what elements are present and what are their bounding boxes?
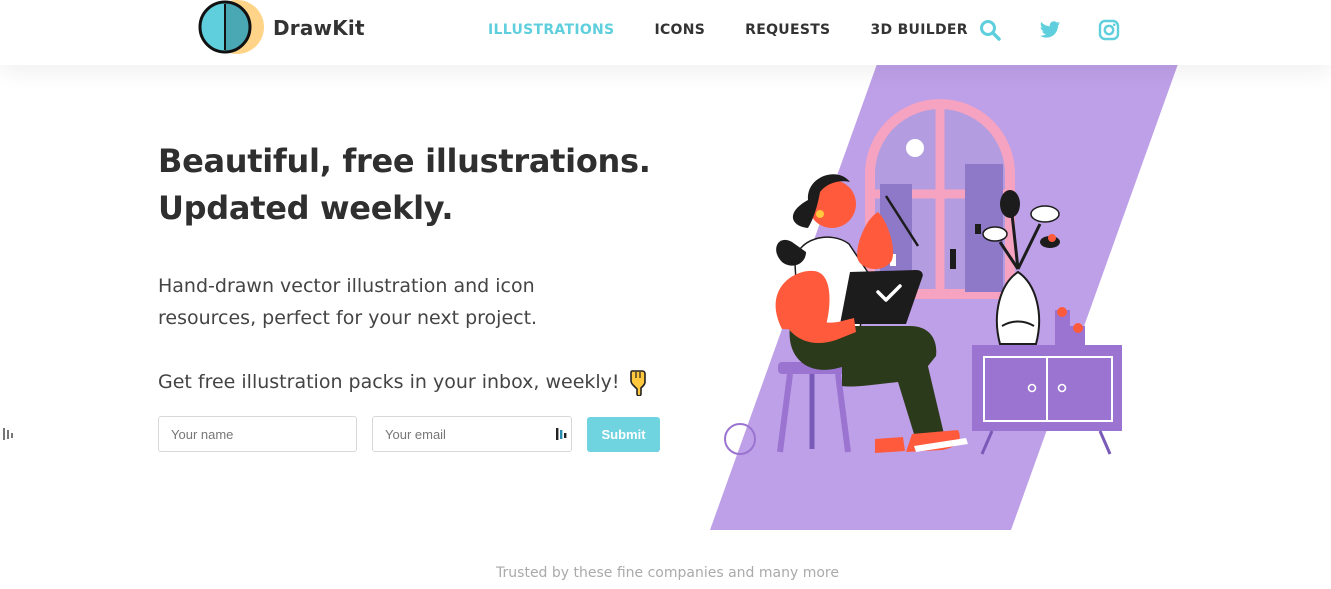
hero-subheading: Hand-drawn vector illustration and icon … <box>158 270 598 334</box>
email-field[interactable] <box>372 416 572 452</box>
password-manager-icon[interactable] <box>555 427 567 441</box>
submit-button[interactable]: Submit <box>587 417 660 452</box>
site-header: DrawKit ILLUSTRATIONS ICONS REQUESTS 3D … <box>0 0 1331 65</box>
twitter-icon[interactable] <box>1039 19 1061 41</box>
name-field[interactable] <box>158 416 357 452</box>
subhead-line-1: Hand-drawn vector illustration and icon <box>158 275 535 297</box>
instagram-icon[interactable] <box>1098 19 1120 41</box>
woman-with-laptop-illustration <box>710 64 1178 530</box>
extension-badge-icon[interactable] <box>2 427 14 441</box>
trusted-by-caption: Trusted by these fine companies and many… <box>496 565 839 581</box>
hero-headline: Beautiful, free illustrations. Updated w… <box>158 138 678 232</box>
logo[interactable]: DrawKit <box>197 0 367 56</box>
drawkit-logo-icon <box>198 0 264 54</box>
nav-item-illustrations[interactable]: ILLUSTRATIONS <box>488 21 614 39</box>
brand-name: DrawKit <box>273 16 365 40</box>
promo-text: Get free illustration packs in your inbo… <box>158 371 620 393</box>
headline-line-2: Updated weekly. <box>158 189 454 227</box>
headline-line-1: Beautiful, free illustrations. <box>158 142 651 180</box>
main-nav: ILLUSTRATIONS ICONS REQUESTS 3D BUILDER <box>488 21 1008 39</box>
pointing-down-hand-icon <box>629 370 646 396</box>
nav-item-requests[interactable]: REQUESTS <box>745 21 830 39</box>
subhead-line-2: resources, perfect for your next project… <box>158 307 538 329</box>
search-icon[interactable] <box>979 19 1001 41</box>
newsletter-promo: Get free illustration packs in your inbo… <box>158 368 652 396</box>
nav-item-icons[interactable]: ICONS <box>654 21 705 39</box>
nav-item-3d-builder[interactable]: 3D BUILDER <box>870 21 967 39</box>
